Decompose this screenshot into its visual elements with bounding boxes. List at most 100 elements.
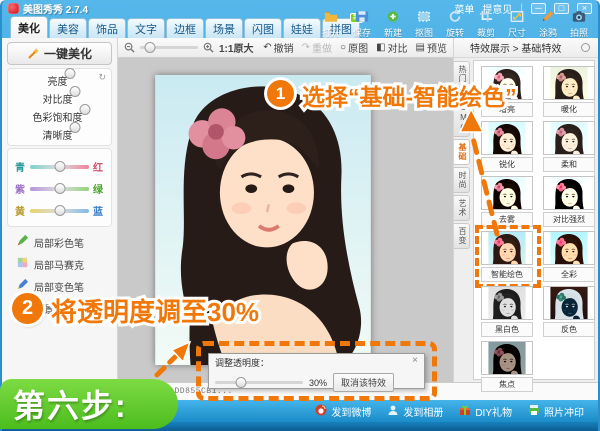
tab-8[interactable]: 娃娃 [283,18,321,38]
doodle-button[interactable]: 涂鸦 [534,10,562,39]
step2-annotation: 将透明度调至30% 将透明度调至30% [48,294,262,330]
tab-7[interactable]: 闪图 [244,18,282,38]
tab-6[interactable]: 场景 [205,18,243,38]
resize-button[interactable]: 尺寸 [503,10,531,39]
effect-label: 对比强烈 [543,212,595,227]
toolbar-label: 抠图 [414,28,433,38]
toolbar-label: 涂鸦 [538,28,557,38]
tab-2[interactable]: 美容 [49,18,87,38]
cutout-icon [417,10,431,25]
adjust-sidebar: 一键美化 亮度 ↻ 对比度 色彩饱和度 清晰度 青红紫绿黄蓝 局部彩色笔 局部马赛克 局部变… [2,38,118,382]
reset-icon[interactable]: ↻ [98,72,106,83]
tab-1[interactable]: 美化 [10,16,48,38]
effect-对比强烈[interactable]: 对比强烈 [543,176,597,227]
effect-黑白色[interactable]: 黑白色 [481,286,535,337]
color-slider[interactable] [30,160,89,172]
recolor-pen-icon [16,278,29,294]
redo-button[interactable]: ↷ 重做 [302,40,332,55]
effect-去雾[interactable]: 去雾 [481,176,535,227]
category-tab-时尚[interactable]: 时尚 [454,167,470,193]
rotate-button[interactable]: 旋转 [441,10,469,39]
compare-label: 对比 [387,44,408,55]
actual-size-label: 1:1原大 [219,44,254,55]
effect-柔和[interactable]: 柔和 [543,121,597,172]
effect-焦点[interactable]: 焦点 [481,341,535,392]
panel-collapse-button[interactable] [581,43,590,52]
one-key-beautify-button[interactable]: 一键美化 [7,42,112,65]
original-view-button[interactable]: ○ 原图 [340,40,368,55]
color-pen-tool[interactable]: 局部彩色笔 [2,231,117,253]
effect-智能绘色[interactable]: 智能绘色 [475,225,541,288]
toolbar-label: 保存 [352,28,371,38]
color-label-right: 红 [93,163,103,174]
tab-4[interactable]: 文字 [127,18,165,38]
album-link[interactable]: 发到相册 [387,404,443,419]
original-label: 原图 [348,44,369,55]
effect-锐化[interactable]: 锐化 [481,121,535,172]
effect-thumbnail [481,176,533,210]
gift-icon [459,404,471,419]
effect-全彩[interactable]: 全彩 [543,231,597,282]
category-tab-艺术[interactable]: 艺术 [454,195,470,221]
effect-label: 反色 [543,322,595,337]
toolbar-label: 尺寸 [507,28,526,38]
share-label: 发到微博 [331,407,372,419]
new-button[interactable]: 新建 [379,10,407,39]
category-tab-基础[interactable]: 基础 [454,139,470,165]
resize-icon [510,10,524,25]
preview-button[interactable]: ▤ 预览 [416,40,447,55]
open-folder-button[interactable]: 打开 [317,10,345,39]
slider-label: 清晰度 [42,131,73,142]
effect-thumbnail [543,176,595,210]
redo-label: 重做 [312,44,333,55]
effect-label: 智能绘色 [481,267,533,282]
actual-size-button[interactable]: 1:1原大 [219,40,253,55]
crop-button[interactable]: 裁剪 [472,10,500,39]
canvas-zoom-slider[interactable] [140,42,198,53]
transparency-slider[interactable] [215,377,303,388]
share-label: DIY礼物 [475,407,512,419]
tool-label: 局部马赛克 [34,260,84,272]
share-label: 照片冲印 [544,407,584,419]
cutout-button[interactable]: 抠图 [410,10,438,39]
color-slider[interactable] [30,182,89,194]
dialog-close-icon[interactable]: × [412,356,418,369]
adjust-sliders-panel: 亮度 ↻ 对比度 色彩饱和度 清晰度 [7,68,112,146]
canvas-toolbar: 1:1原大 ↶ 撤销 ↷ 重做 ○ 原图 ◧ 对比 ▤ 预览 [118,38,453,58]
print-icon [528,404,540,419]
color-label-left: 紫 [15,185,25,196]
effect-thumbnail [481,121,533,155]
one-key-beautify-label: 一键美化 [43,47,92,61]
mosaic-tool[interactable]: 局部马赛克 [2,253,117,275]
undo-button[interactable]: ↶ 撤销 [263,40,293,55]
zoom-out-icon[interactable] [124,42,135,53]
zoom-in-icon[interactable] [203,42,214,53]
color-slider[interactable] [30,204,89,216]
tab-3[interactable]: 饰品 [88,18,126,38]
print-link[interactable]: 照片冲印 [528,404,584,419]
undo-label: 撤销 [273,44,294,55]
weibo-link[interactable]: 发到微博 [315,404,371,419]
effect-label: 去雾 [481,212,533,227]
blur-icon [16,300,29,316]
step-banner: 第六步: [0,379,178,429]
toolbar-label: 打开 [321,28,340,38]
toolbar-label: 旋转 [445,28,464,38]
cancel-effect-button[interactable]: 取消该特效 [333,373,395,392]
slider-label: 亮度 [47,77,68,88]
transparency-dialog-title: 调整透明度： [215,358,270,368]
transparency-dialog: 调整透明度： × 30% 取消该特效 [208,353,425,392]
compare-button[interactable]: ◧ 对比 [376,40,407,55]
tab-5[interactable]: 边框 [166,18,204,38]
annotation-dashed-box: 调整透明度： × 30% 取消该特效 [196,341,437,401]
effect-暖化[interactable]: 暖化 [543,66,597,117]
doodle-icon [541,10,555,25]
rotate-icon [448,10,462,25]
save-button[interactable]: 保存 [348,10,376,39]
effect-反色[interactable]: 反色 [543,286,597,337]
gift-link[interactable]: DIY礼物 [459,404,512,419]
camera-button[interactable]: 拍照 [565,10,593,39]
category-tab-百变[interactable]: 百变 [454,223,470,249]
effect-thumbnail [543,286,595,320]
color-label-left: 黄 [15,207,25,218]
